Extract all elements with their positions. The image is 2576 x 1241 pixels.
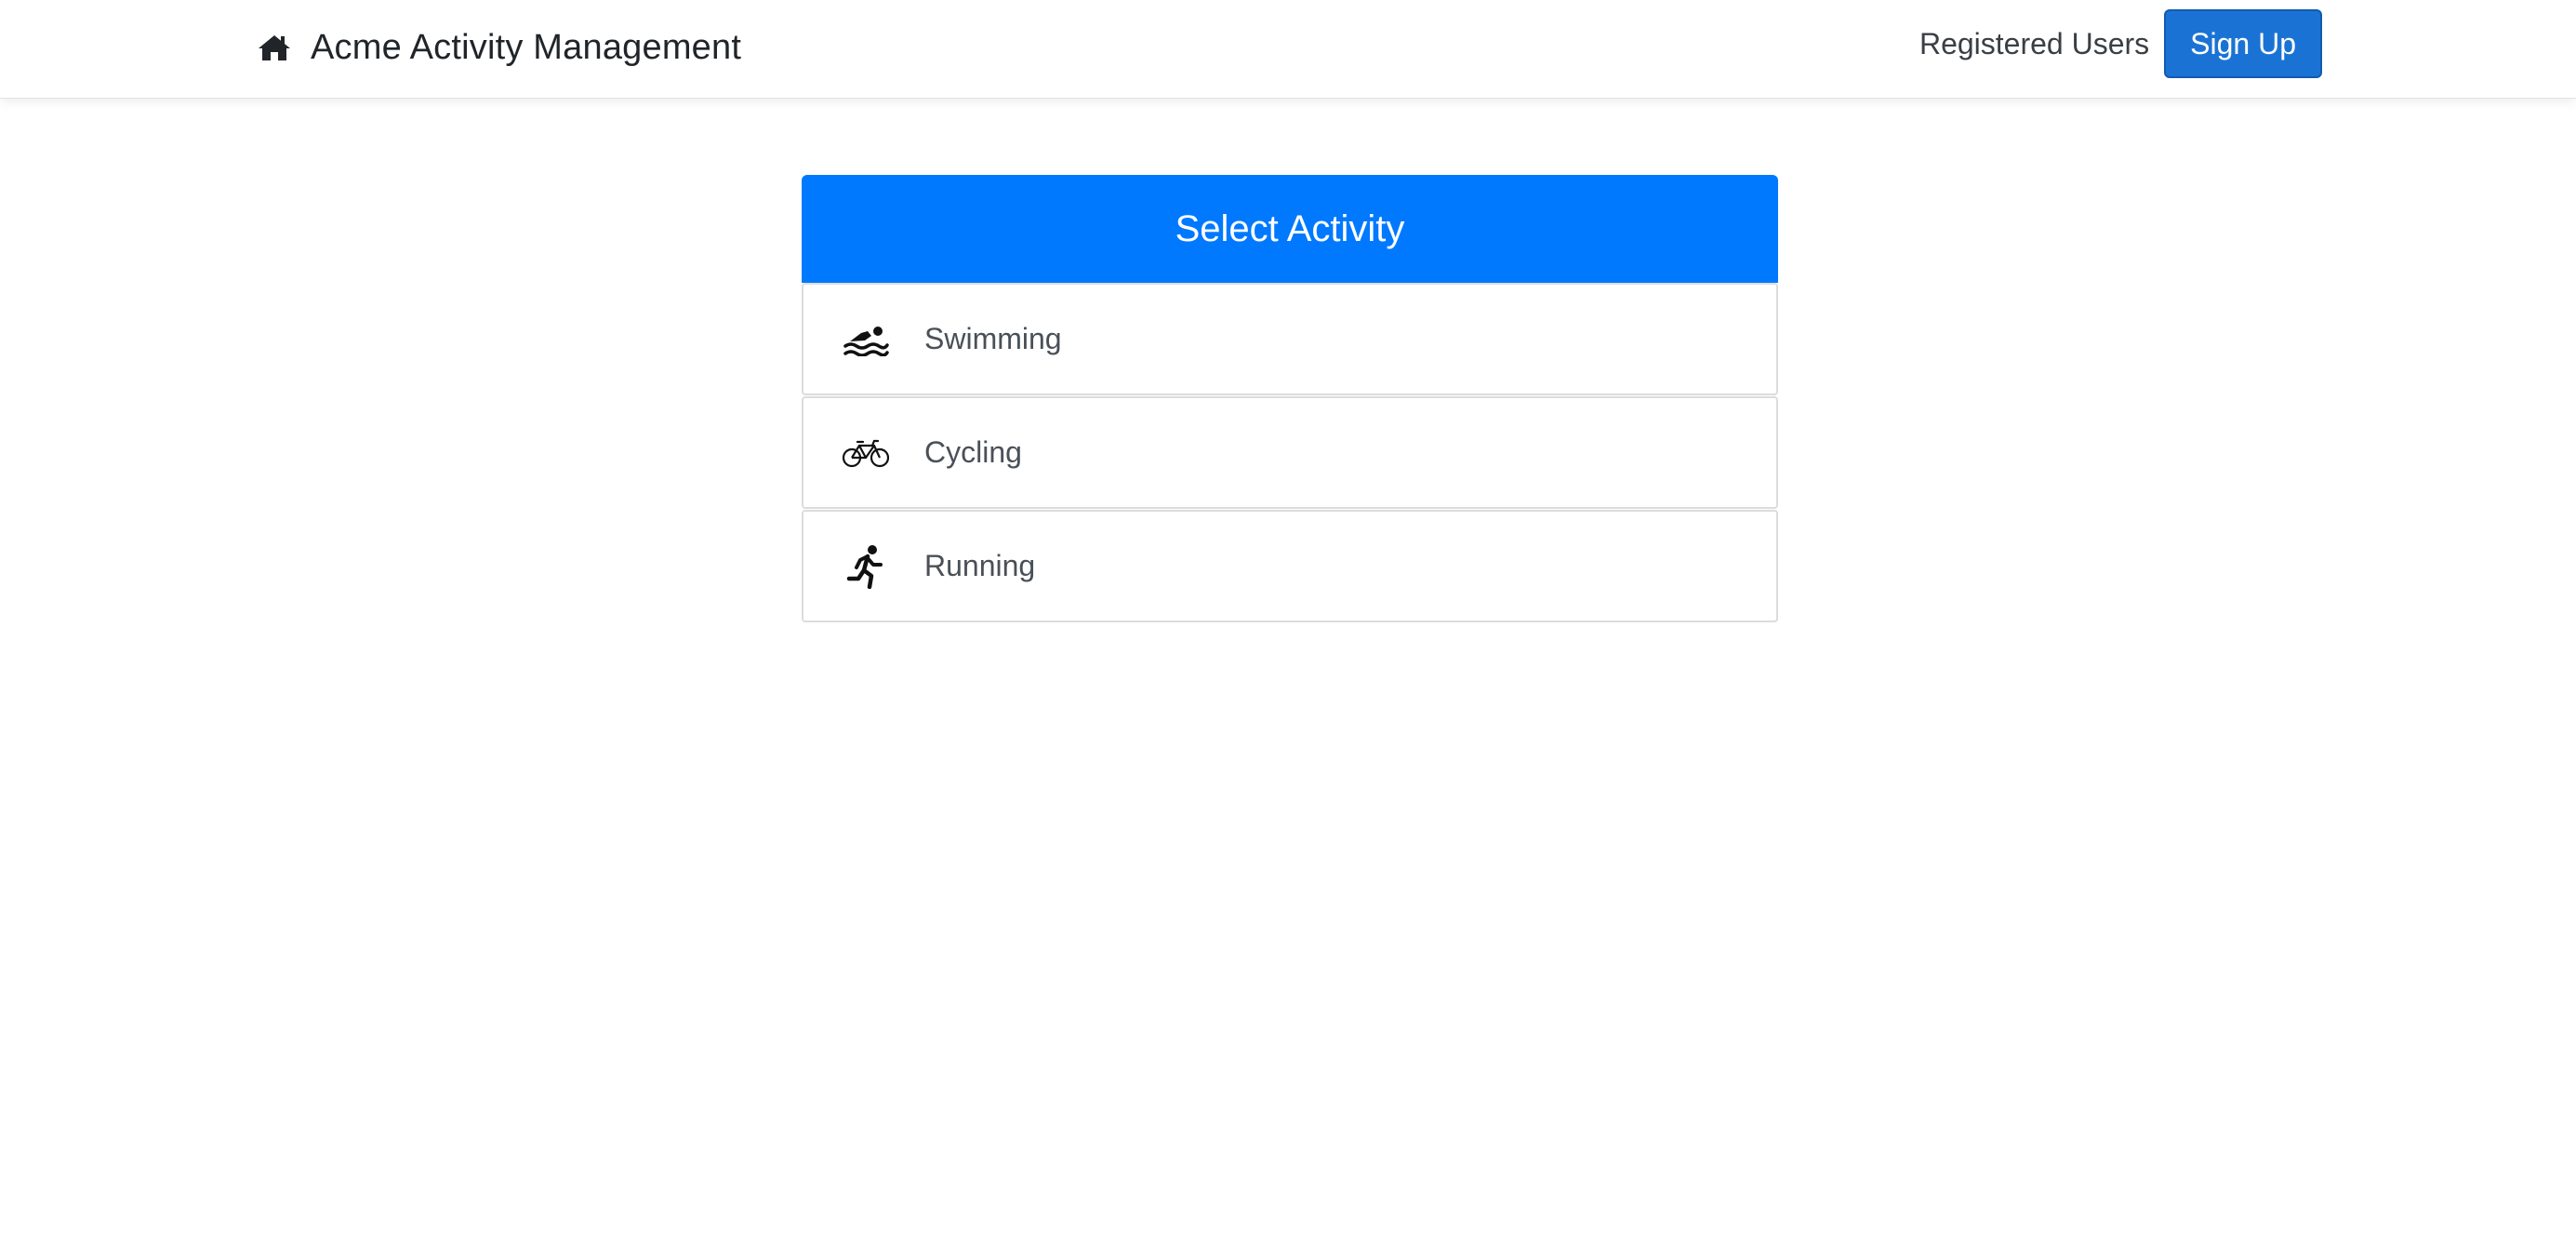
card-title: Select Activity <box>1175 207 1405 249</box>
nav-right-group: Registered Users Sign Up <box>1919 9 2322 78</box>
activity-label: Running <box>924 549 1036 582</box>
sign-up-button[interactable]: Sign Up <box>2164 9 2322 78</box>
home-icon <box>257 30 292 65</box>
card-header: Select Activity <box>802 175 1778 283</box>
activity-item-cycling[interactable]: Cycling <box>802 396 1778 509</box>
brand-home-link[interactable]: Acme Activity Management <box>257 20 741 74</box>
activity-label: Cycling <box>924 435 1022 469</box>
activity-item-swimming[interactable]: Swimming <box>802 283 1778 395</box>
bicycle-icon <box>841 428 891 478</box>
running-icon <box>841 541 891 592</box>
select-activity-card: Select Activity Swimming Cycling Running <box>802 175 1778 622</box>
swimming-icon <box>841 314 891 365</box>
brand-title: Acme Activity Management <box>311 27 742 67</box>
activity-item-running[interactable]: Running <box>802 510 1778 622</box>
registered-users-link[interactable]: Registered Users <box>1919 27 2149 61</box>
activity-label: Swimming <box>924 322 1062 355</box>
top-navbar: Acme Activity Management Registered User… <box>0 0 2576 99</box>
